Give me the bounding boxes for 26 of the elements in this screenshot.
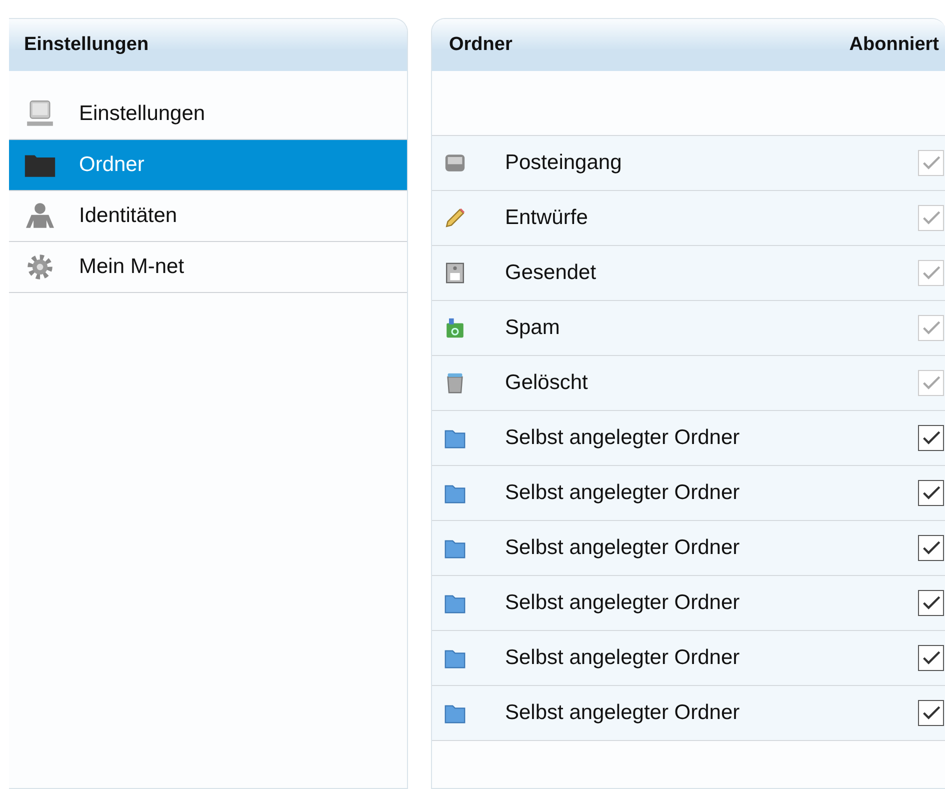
- subscribe-checkbox[interactable]: [918, 590, 944, 616]
- folder-name: Selbst angelegter Ordner: [505, 536, 741, 560]
- folder-name: Gesendet: [505, 261, 598, 285]
- pencil-icon: [443, 206, 467, 230]
- panel-title: Einstellungen: [24, 34, 149, 56]
- sidebar-item[interactable]: Identitäten: [9, 191, 407, 242]
- subscribe-checkbox[interactable]: [918, 480, 944, 506]
- folder-name: Spam: [505, 316, 561, 340]
- person-icon: [23, 202, 57, 230]
- folder-name: Selbst angelegter Ordner: [505, 591, 741, 615]
- folder-name: Posteingang: [505, 151, 623, 175]
- sidebar-item[interactable]: Ordner: [9, 140, 407, 191]
- folder-name: Selbst angelegter Ordner: [505, 481, 741, 505]
- sidebar-item[interactable]: Mein M-net: [9, 242, 407, 293]
- folder-name: Selbst angelegter Ordner: [505, 646, 741, 670]
- subscribe-checkbox[interactable]: [918, 645, 944, 671]
- folder-name: Selbst angelegter Ordner: [505, 701, 741, 725]
- folder-name: Entwürfe: [505, 206, 589, 230]
- subscribe-checkbox[interactable]: [918, 535, 944, 561]
- subscribe-checkbox[interactable]: [918, 700, 944, 726]
- subscribe-checkbox[interactable]: [918, 425, 944, 451]
- folder-name: Gelöscht: [505, 371, 589, 395]
- column-header: Ordner: [449, 34, 512, 56]
- column-header: Abonniert: [849, 34, 939, 56]
- folder-name: Selbst angelegter Ordner: [505, 426, 741, 450]
- printer-icon: [443, 261, 467, 285]
